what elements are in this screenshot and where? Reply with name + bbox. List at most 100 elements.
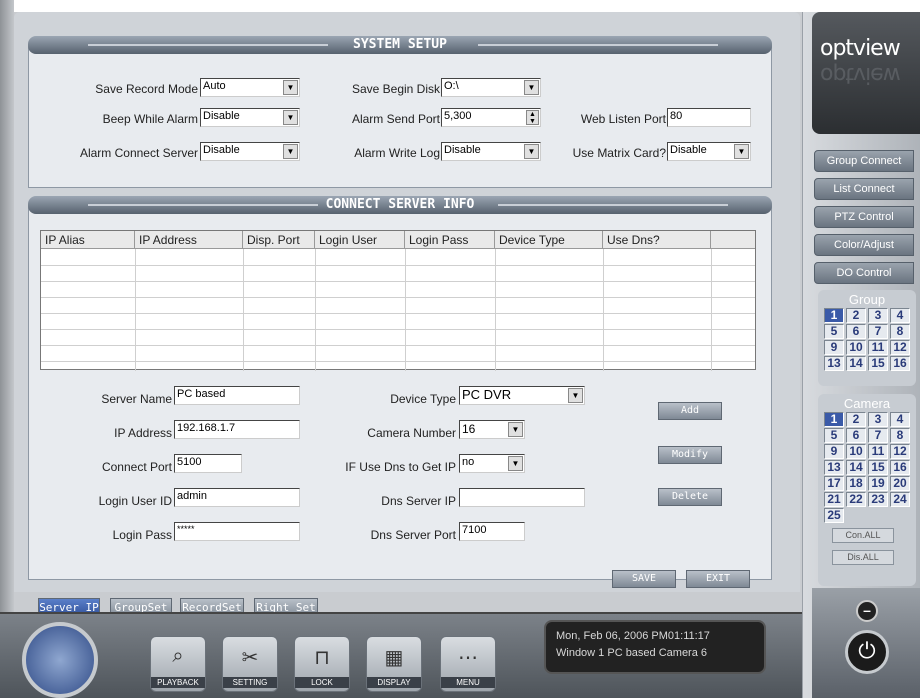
group-number-8[interactable]: 8 xyxy=(890,324,910,339)
col-disp-port[interactable]: Disp. Port xyxy=(243,231,315,249)
camera-number-13[interactable]: 13 xyxy=(824,460,844,475)
login-pass-input[interactable]: ***** xyxy=(174,522,300,541)
server-name-input[interactable]: PC based xyxy=(174,386,300,405)
camera-number-12[interactable]: 12 xyxy=(890,444,910,459)
exit-button[interactable]: EXIT xyxy=(686,570,750,588)
camera-number-25[interactable]: 25 xyxy=(824,508,844,523)
camera-number-15[interactable]: 15 xyxy=(868,460,888,475)
ip-address-label: IP Address xyxy=(114,426,172,440)
chevron-down-icon[interactable]: ▼ xyxy=(524,80,539,95)
col-login-user[interactable]: Login User xyxy=(315,231,405,249)
save-record-mode-select[interactable]: Auto ▼ xyxy=(200,78,300,97)
group-number-6[interactable]: 6 xyxy=(846,324,866,339)
beep-while-alarm-select[interactable]: Disable ▼ xyxy=(200,108,300,127)
login-user-id-input[interactable]: admin xyxy=(174,488,300,507)
camera-number-8[interactable]: 8 xyxy=(890,428,910,443)
camera-number-4[interactable]: 4 xyxy=(890,412,910,427)
lock-button[interactable]: ⊓ LOCK xyxy=(294,636,350,692)
minimize-icon[interactable]: – xyxy=(856,600,878,622)
group-number-9[interactable]: 9 xyxy=(824,340,844,355)
chevron-down-icon[interactable]: ▼ xyxy=(734,144,749,159)
alarm-connect-server-select[interactable]: Disable ▼ xyxy=(200,142,300,161)
delete-button[interactable]: Delete xyxy=(658,488,722,506)
col-device-type[interactable]: Device Type xyxy=(495,231,603,249)
camera-number-1[interactable]: 1 xyxy=(824,412,844,427)
alarm-write-log-select[interactable]: Disable ▼ xyxy=(441,142,541,161)
col-use-dns[interactable]: Use Dns? xyxy=(603,231,711,249)
group-number-11[interactable]: 11 xyxy=(868,340,888,355)
color-adjust-button[interactable]: Color/Adjust xyxy=(814,234,914,256)
group-number-15[interactable]: 15 xyxy=(868,356,888,371)
save-button[interactable]: SAVE xyxy=(612,570,676,588)
group-number-3[interactable]: 3 xyxy=(868,308,888,323)
group-number-4[interactable]: 4 xyxy=(890,308,910,323)
connect-port-input[interactable]: 5100 xyxy=(174,454,242,473)
camera-number-5[interactable]: 5 xyxy=(824,428,844,443)
device-type-select[interactable]: PC DVR ▼ xyxy=(459,386,585,405)
camera-number-20[interactable]: 20 xyxy=(890,476,910,491)
group-number-10[interactable]: 10 xyxy=(846,340,866,355)
dns-server-port-input[interactable]: 7100 xyxy=(459,522,525,541)
con-all-button[interactable]: Con.ALL xyxy=(832,528,894,543)
ip-address-input[interactable]: 192.168.1.7 xyxy=(174,420,300,439)
joystick-control[interactable] xyxy=(22,622,98,698)
server-table[interactable]: IP Alias IP Address Disp. Port Login Use… xyxy=(40,230,756,371)
camera-number-2[interactable]: 2 xyxy=(846,412,866,427)
chevron-down-icon[interactable]: ▼ xyxy=(283,144,298,159)
camera-number-6[interactable]: 6 xyxy=(846,428,866,443)
dis-all-button[interactable]: Dis.ALL xyxy=(832,550,894,565)
setting-button[interactable]: ✂ SETTING xyxy=(222,636,278,692)
setting-label: SETTING xyxy=(223,677,277,688)
display-button[interactable]: ▦ DISPLAY xyxy=(366,636,422,692)
camera-number-14[interactable]: 14 xyxy=(846,460,866,475)
group-number-13[interactable]: 13 xyxy=(824,356,844,371)
use-dns-select[interactable]: no ▼ xyxy=(459,454,525,473)
camera-number-24[interactable]: 24 xyxy=(890,492,910,507)
do-control-button[interactable]: DO Control xyxy=(814,262,914,284)
chevron-down-icon[interactable]: ▼ xyxy=(568,388,583,403)
camera-number-21[interactable]: 21 xyxy=(824,492,844,507)
chevron-down-icon[interactable]: ▼ xyxy=(283,110,298,125)
camera-number-11[interactable]: 11 xyxy=(868,444,888,459)
add-button[interactable]: Add xyxy=(658,402,722,420)
group-number-12[interactable]: 12 xyxy=(890,340,910,355)
list-connect-button[interactable]: List Connect xyxy=(814,178,914,200)
col-ip-address[interactable]: IP Address xyxy=(135,231,243,249)
camera-number-16[interactable]: 16 xyxy=(890,460,910,475)
dns-server-ip-input[interactable] xyxy=(459,488,585,507)
camera-number-value: 16 xyxy=(462,422,476,436)
group-connect-button[interactable]: Group Connect xyxy=(814,150,914,172)
alarm-send-port-input[interactable]: 5,300 ▲ ▼ xyxy=(441,108,541,127)
playback-button[interactable]: ⌕ PLAYBACK xyxy=(150,636,206,692)
camera-number-7[interactable]: 7 xyxy=(868,428,888,443)
chevron-down-icon[interactable]: ▼ xyxy=(508,422,523,437)
camera-number-18[interactable]: 18 xyxy=(846,476,866,491)
camera-number-17[interactable]: 17 xyxy=(824,476,844,491)
modify-button[interactable]: Modify xyxy=(658,446,722,464)
group-number-14[interactable]: 14 xyxy=(846,356,866,371)
camera-number-23[interactable]: 23 xyxy=(868,492,888,507)
chevron-down-icon[interactable]: ▼ xyxy=(508,456,523,471)
save-begin-disk-select[interactable]: O:\ ▼ xyxy=(441,78,541,97)
camera-number-3[interactable]: 3 xyxy=(868,412,888,427)
camera-number-10[interactable]: 10 xyxy=(846,444,866,459)
camera-number-select[interactable]: 16 ▼ xyxy=(459,420,525,439)
menu-button[interactable]: ⋯ MENU xyxy=(440,636,496,692)
group-number-16[interactable]: 16 xyxy=(890,356,910,371)
chevron-down-icon[interactable]: ▼ xyxy=(524,144,539,159)
chevron-down-icon[interactable]: ▼ xyxy=(283,80,298,95)
power-icon[interactable]: ⏻ xyxy=(845,630,889,674)
col-ip-alias[interactable]: IP Alias xyxy=(41,231,135,249)
col-login-pass[interactable]: Login Pass xyxy=(405,231,495,249)
spinner-icon[interactable]: ▲ ▼ xyxy=(526,110,539,125)
ptz-control-button[interactable]: PTZ Control xyxy=(814,206,914,228)
use-matrix-card-select[interactable]: Disable ▼ xyxy=(667,142,751,161)
group-number-7[interactable]: 7 xyxy=(868,324,888,339)
camera-number-9[interactable]: 9 xyxy=(824,444,844,459)
group-number-2[interactable]: 2 xyxy=(846,308,866,323)
camera-number-22[interactable]: 22 xyxy=(846,492,866,507)
group-number-1[interactable]: 1 xyxy=(824,308,844,323)
web-listen-port-input[interactable]: 80 xyxy=(667,108,751,127)
camera-number-19[interactable]: 19 xyxy=(868,476,888,491)
group-number-5[interactable]: 5 xyxy=(824,324,844,339)
